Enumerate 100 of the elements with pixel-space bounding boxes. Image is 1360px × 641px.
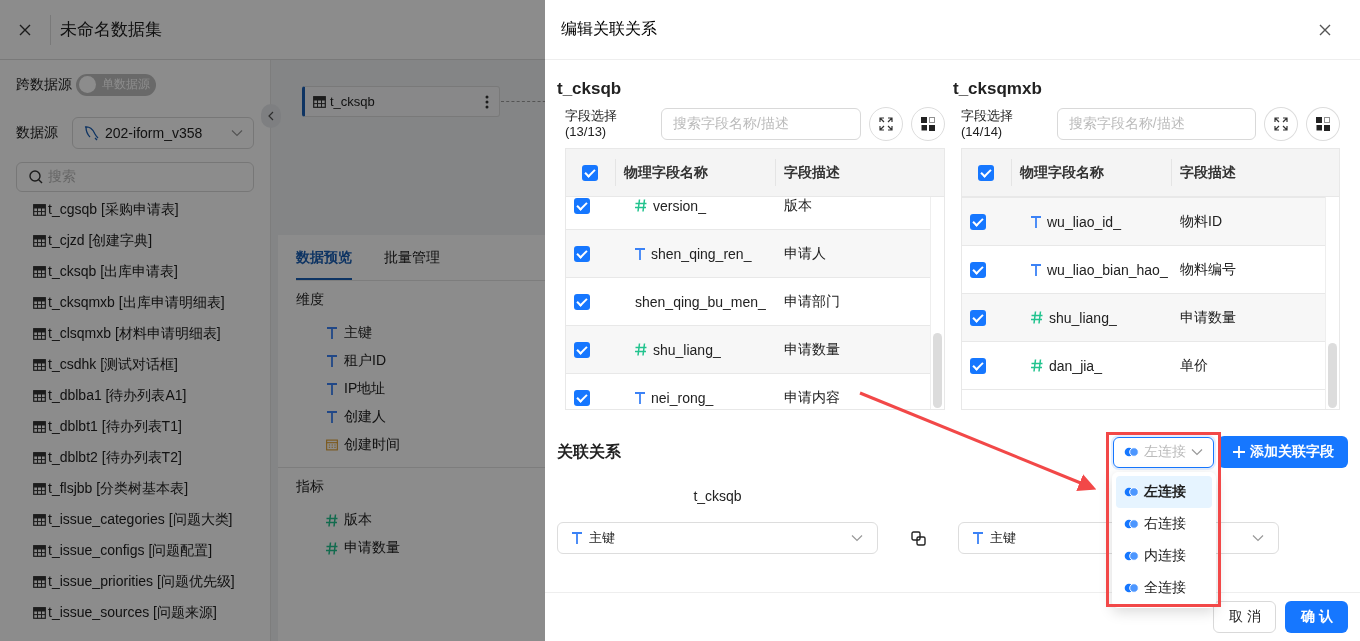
field-item[interactable]: 租户ID xyxy=(344,352,386,370)
table-list-item[interactable]: t_cksqb [出库申请表] xyxy=(48,262,178,281)
tab[interactable]: 数据预览 xyxy=(296,235,352,280)
table-list-item[interactable]: t_issue_sources [问题来源] xyxy=(48,604,217,623)
grid-icon[interactable] xyxy=(921,117,935,131)
checkbox[interactable] xyxy=(970,357,986,374)
checkbox[interactable] xyxy=(970,309,986,326)
table-cell: shen_qing_bu_men_ xyxy=(635,293,766,310)
text-type-icon xyxy=(326,383,338,395)
datasource-select[interactable]: 202-iform_v358 xyxy=(72,117,254,150)
close-icon[interactable] xyxy=(1318,22,1332,37)
table-cell: shen_qing_ren_ xyxy=(651,245,752,262)
tab[interactable]: 批量管理 xyxy=(384,235,440,280)
add-field-button[interactable]: 添加关联字段 xyxy=(1218,436,1348,468)
section-title: 维度 xyxy=(296,290,325,309)
checkbox[interactable] xyxy=(574,341,590,358)
table-cell: dan_jia_ xyxy=(1049,357,1102,374)
overlap-squares-icon[interactable] xyxy=(910,530,926,546)
more-icon[interactable] xyxy=(485,94,489,109)
field-item[interactable]: 创建时间 xyxy=(344,436,400,454)
page-title: 未命名数据集 xyxy=(60,19,162,41)
checkbox[interactable] xyxy=(970,213,986,230)
table-icon xyxy=(33,265,46,278)
cancel-button[interactable]: 取消 xyxy=(1213,601,1276,633)
hash-icon xyxy=(1031,311,1043,324)
dropdown-option[interactable]: 左连接 xyxy=(1116,476,1212,508)
table-list-item[interactable]: t_dblbt2 [待办列表T2] xyxy=(48,449,182,468)
field-item[interactable]: 主键 xyxy=(344,324,372,342)
table-list-item[interactable]: t_cgsqb [采购申请表] xyxy=(48,200,179,219)
table-list-item[interactable]: t_issue_priorities [问题优先级] xyxy=(48,573,235,592)
collapse-handle[interactable] xyxy=(261,104,281,128)
table-list-item[interactable]: t_csdhk [测试对话框] xyxy=(48,356,178,375)
table-title: t_cksqb xyxy=(557,78,623,100)
caret-icon xyxy=(1191,448,1203,456)
table-icon xyxy=(33,514,46,527)
table-node[interactable]: t_cksqb xyxy=(302,86,500,117)
table-icon xyxy=(33,483,46,496)
dropdown-option[interactable]: 内连接 xyxy=(1116,540,1212,572)
table-icon xyxy=(33,390,46,403)
table-icon xyxy=(33,576,46,589)
expand-icon[interactable] xyxy=(1274,117,1289,131)
confirm-button[interactable]: 确认 xyxy=(1285,601,1348,633)
table-cell: 版本 xyxy=(784,196,812,213)
text-type-icon xyxy=(326,327,338,339)
table-list-item[interactable]: t_cksqmxb [出库申请明细表] xyxy=(48,294,225,312)
table-icon xyxy=(33,359,46,372)
checkbox[interactable] xyxy=(574,389,590,406)
venn-icon xyxy=(1124,583,1139,593)
checkbox[interactable] xyxy=(574,197,590,214)
table-name: t_cksqb xyxy=(693,488,742,504)
field-item[interactable]: 版本 xyxy=(344,511,372,529)
checkbox[interactable] xyxy=(970,261,986,278)
expand-button[interactable] xyxy=(1264,107,1299,141)
checkbox[interactable] xyxy=(574,293,590,310)
layout-button[interactable] xyxy=(1306,107,1340,141)
table-list-item[interactable]: t_issue_configs [问题配置] xyxy=(48,542,213,561)
table-icon xyxy=(33,545,46,558)
table-icon xyxy=(33,452,46,465)
section-title: 指标 xyxy=(296,477,325,496)
expand-button[interactable] xyxy=(869,107,903,141)
section-title: 关联关系 xyxy=(557,441,622,462)
field-label: 字段选择 xyxy=(961,108,1014,124)
table-list-item[interactable]: t_cjzd [创建字典] xyxy=(48,231,153,250)
checkbox[interactable] xyxy=(582,164,598,181)
scrollbar-thumb[interactable] xyxy=(933,333,942,408)
table-cell: shu_liang_ xyxy=(653,341,721,358)
field-count: (14/14) xyxy=(961,124,1004,140)
expand-icon[interactable] xyxy=(879,117,893,131)
table-list-item[interactable]: t_flsjbb [分类树基本表] xyxy=(48,480,189,499)
table-list-item[interactable]: t_dblba1 [待办列表A1] xyxy=(48,387,187,406)
close-icon[interactable] xyxy=(18,22,32,37)
table-cell: version_ xyxy=(653,197,706,214)
checkbox[interactable] xyxy=(978,164,994,181)
table-cell: 物料ID xyxy=(1180,212,1222,229)
field-select[interactable]: 主键 xyxy=(557,522,878,554)
grid-icon[interactable] xyxy=(1316,117,1331,131)
table-cell: 申请部门 xyxy=(784,292,840,309)
dialog-title: 编辑关联关系 xyxy=(561,19,658,39)
scrollbar-thumb[interactable] xyxy=(1328,343,1337,408)
table-title: t_cksqmxb xyxy=(953,78,1043,100)
field-item[interactable]: 申请数量 xyxy=(344,539,400,557)
calendar-icon xyxy=(326,439,338,451)
table-icon xyxy=(33,607,46,620)
venn-icon xyxy=(1124,519,1139,529)
layout-button[interactable] xyxy=(911,107,945,141)
table-list-item[interactable]: t_clsqmxb [材料申请明细表] xyxy=(48,325,221,344)
dropdown-option[interactable]: 全连接 xyxy=(1116,572,1212,604)
text-type-icon xyxy=(1031,215,1041,228)
table-list-item[interactable]: t_dblbt1 [待办列表T1] xyxy=(48,418,182,437)
column-header: 物理字段名称 xyxy=(615,159,775,186)
field-item[interactable]: 创建人 xyxy=(344,408,386,426)
dropdown-option[interactable]: 右连接 xyxy=(1116,508,1212,540)
table-list-item[interactable]: t_issue_categories [问题大类] xyxy=(48,511,233,530)
table-icon xyxy=(313,95,326,108)
text-type-icon xyxy=(326,411,338,423)
checkbox[interactable] xyxy=(574,245,590,262)
table-cell: 申请数量 xyxy=(1180,308,1236,325)
table-cell: nei_rong_ xyxy=(651,389,714,406)
table-icon xyxy=(33,203,46,216)
field-item[interactable]: IP地址 xyxy=(344,380,386,398)
